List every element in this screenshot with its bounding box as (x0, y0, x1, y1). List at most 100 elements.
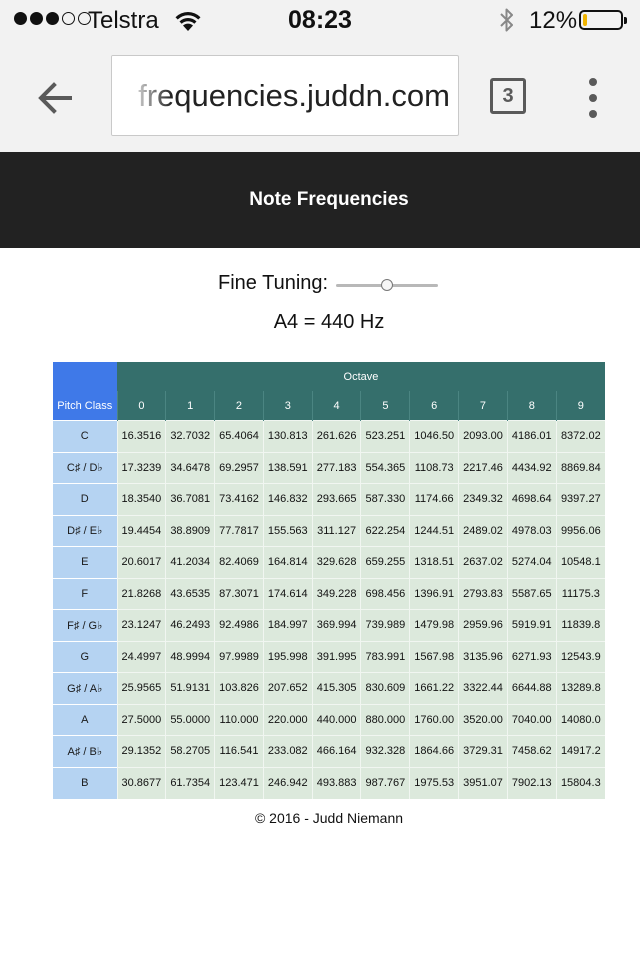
frequency-cell: 69.2957 (214, 451, 264, 484)
frequency-cell: 587.330 (360, 483, 410, 515)
frequency-cell: 5587.65 (506, 577, 557, 610)
octave-number-header: 7 (458, 391, 508, 421)
octave-number-header: 8 (506, 391, 557, 421)
frequency-cell: 391.995 (311, 640, 361, 673)
a4-frequency-readout: A4 = 440 Hz (273, 311, 385, 333)
frequency-cell: 6644.88 (506, 672, 557, 704)
frequency-cell: 880.000 (360, 703, 410, 736)
battery-level-fill (583, 14, 587, 26)
frequency-cell: 1244.51 (409, 514, 459, 547)
frequency-cell: 1108.73 (409, 451, 459, 484)
frequency-cell: 233.082 (262, 735, 313, 767)
octave-number-header: 5 (360, 391, 410, 421)
pitch-class-header: Pitch Class (53, 391, 117, 421)
frequency-cell: 415.305 (311, 672, 361, 704)
frequency-cell: 8869.84 (555, 451, 605, 484)
frequency-cell: 349.228 (311, 577, 361, 610)
url-bar[interactable]: frequencies.juddn.com (111, 55, 459, 136)
pitch-class-cell: G (53, 640, 117, 673)
browser-toolbar: frequencies.juddn.com 3 (0, 40, 640, 152)
table-row: F♯ / G♭ 23.1247 46.2493 92.4986 184.997 369.9… (53, 609, 605, 641)
frequency-cell: 4434.92 (506, 451, 557, 484)
frequency-cell: 2959.96 (458, 609, 508, 641)
frequency-cell: 659.255 (360, 546, 410, 578)
pitch-class-cell: F (53, 577, 117, 610)
url-text[interactable]: frequencies.juddn.com (138, 78, 450, 114)
back-arrow-icon[interactable] (30, 72, 82, 124)
frequency-cell: 2217.46 (458, 451, 508, 484)
frequency-cell: 554.365 (360, 451, 410, 484)
frequency-cell: 11175.3 (555, 577, 605, 610)
frequency-cell: 87.3071 (214, 577, 264, 610)
frequency-cell: 17.3239 (116, 451, 166, 484)
frequency-cell: 24.4997 (116, 640, 166, 673)
frequency-cell: 43.6535 (165, 577, 215, 610)
frequency-cell: 11839.8 (555, 609, 605, 641)
more-vert-icon[interactable] (582, 78, 604, 118)
frequency-cell: 34.6478 (165, 451, 215, 484)
pitch-class-cell: E (53, 546, 117, 578)
frequency-cell: 30.8677 (116, 766, 166, 799)
page-footer: © 2016 - Judd Niemann (254, 810, 404, 826)
frequency-cell: 14080.0 (555, 703, 605, 736)
frequency-cell: 116.541 (214, 735, 264, 767)
frequency-cell: 440.000 (311, 703, 361, 736)
table-corner (53, 362, 117, 391)
table-row: F 21.8268 43.6535 87.3071 174.614 349.228 698.… (53, 577, 605, 610)
frequency-cell: 7040.00 (506, 703, 557, 736)
frequency-cell: 4698.64 (506, 483, 557, 515)
table-row: D♯ / E♭ 19.4454 38.8909 77.7817 155.563 311.1… (53, 514, 605, 547)
frequency-cell: 5919.91 (506, 609, 557, 641)
frequency-cell: 36.7081 (165, 483, 215, 515)
frequency-cell: 261.626 (311, 420, 361, 452)
frequency-cell: 830.609 (360, 672, 410, 704)
octave-number-header: 2 (214, 391, 264, 421)
frequency-cell: 21.8268 (116, 577, 166, 610)
frequency-cell: 2349.32 (458, 483, 508, 515)
frequency-cell: 3135.96 (458, 640, 508, 673)
frequency-cell: 25.9565 (116, 672, 166, 704)
frequency-cell: 130.813 (262, 420, 313, 452)
frequency-cell: 739.989 (360, 609, 410, 641)
slider-thumb[interactable] (381, 279, 393, 291)
battery-percent: 12% (529, 7, 578, 34)
fine-tuning-slider[interactable] (336, 279, 438, 291)
page-header: Note Frequencies (0, 152, 640, 248)
frequency-cell: 41.2034 (165, 546, 215, 578)
frequency-cell: 3520.00 (458, 703, 508, 736)
bluetooth-icon (500, 8, 513, 32)
frequency-cell: 311.127 (311, 514, 361, 547)
frequency-cell: 7902.13 (506, 766, 557, 799)
frequency-cell: 6271.93 (506, 640, 557, 673)
frequency-cell: 1864.66 (409, 735, 459, 767)
frequency-cell: 493.883 (311, 766, 361, 799)
frequency-cell: 58.2705 (165, 735, 215, 767)
frequency-cell: 23.1247 (116, 609, 166, 641)
table-row: A 27.5000 55.0000 110.000 220.000 440.000 880.… (53, 703, 605, 736)
octave-number-header: 0 (116, 391, 166, 421)
frequency-cell: 146.832 (262, 483, 313, 515)
frequency-cell: 2637.02 (458, 546, 508, 578)
frequency-cell: 16.3516 (116, 420, 166, 452)
frequency-cell: 987.767 (360, 766, 410, 799)
frequency-cell: 2093.00 (458, 420, 508, 452)
frequency-cell: 32.7032 (165, 420, 215, 452)
pitch-class-cell: G♯ / A♭ (53, 672, 117, 704)
frequency-cell: 61.7354 (165, 766, 215, 799)
tab-switcher-button[interactable]: 3 (490, 78, 526, 114)
pitch-class-cell: C (53, 420, 117, 452)
frequency-cell: 1661.22 (409, 672, 459, 704)
pitch-class-cell: B (53, 766, 117, 799)
table-row: C♯ / D♭ 17.3239 34.6478 69.2957 138.591 277.1… (53, 451, 605, 484)
table-row: G♯ / A♭ 25.9565 51.9131 103.826 207.652 415.3… (53, 672, 605, 704)
frequency-cell: 174.614 (262, 577, 313, 610)
frequency-cell: 293.665 (311, 483, 361, 515)
table-row: E 20.6017 41.2034 82.4069 164.814 329.628 659.… (53, 546, 605, 578)
frequency-cell: 164.814 (262, 546, 313, 578)
frequency-cell: 3729.31 (458, 735, 508, 767)
octave-number-header: 1 (165, 391, 215, 421)
octave-number-header: 3 (262, 391, 313, 421)
menu-dot (589, 94, 597, 102)
tab-count: 3 (502, 84, 514, 107)
pitch-class-cell: A (53, 703, 117, 736)
